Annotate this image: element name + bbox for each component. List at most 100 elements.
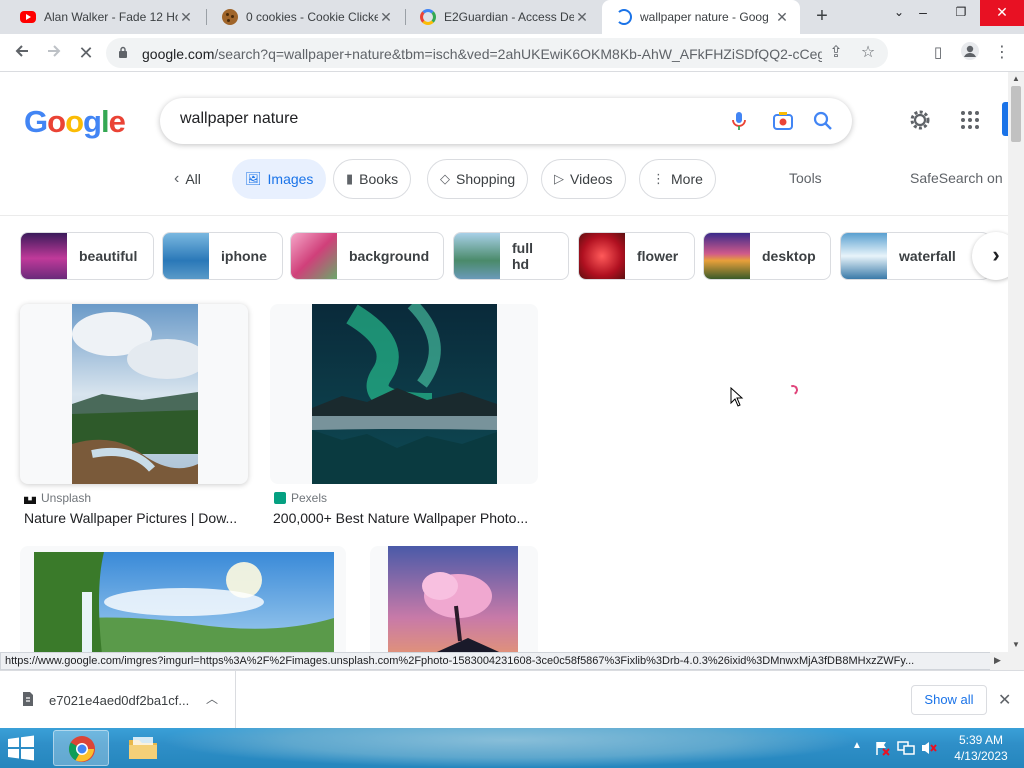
- video-icon: ▷: [554, 171, 564, 186]
- tab-images-label: Images: [267, 171, 314, 187]
- search-icon[interactable]: [812, 110, 834, 132]
- tab-title: Alan Walker - Fade 12 Ho: [44, 10, 178, 24]
- lock-icon: [119, 46, 127, 58]
- pexels-logo-icon: [274, 492, 286, 504]
- tab-youtube[interactable]: Alan Walker - Fade 12 Ho ✕: [6, 0, 204, 34]
- forward-button[interactable]: [42, 41, 66, 65]
- close-tab-icon[interactable]: ✕: [378, 9, 394, 26]
- scroll-right-arrow-icon[interactable]: ▶: [994, 655, 1001, 666]
- chip-full-hd[interactable]: full hd: [453, 232, 569, 280]
- bookmark-star-icon[interactable]: ☆: [858, 43, 878, 63]
- network-icon[interactable]: [897, 740, 915, 756]
- minimize-button[interactable]: –: [904, 0, 942, 26]
- close-downloads-icon[interactable]: ✕: [998, 690, 1011, 710]
- image-thumbnail-frame[interactable]: [20, 546, 346, 652]
- source-label: Pexels: [291, 491, 328, 505]
- result-title[interactable]: 200,000+ Best Nature Wallpaper Photo...: [273, 510, 528, 526]
- share-icon[interactable]: ⇪: [826, 43, 846, 63]
- chip-iphone[interactable]: iphone: [162, 232, 283, 280]
- tab-books[interactable]: ▮ Books: [333, 159, 412, 199]
- apps-grid-icon[interactable]: [958, 108, 982, 132]
- close-tab-icon[interactable]: ✕: [774, 9, 790, 26]
- tab-strip: Alan Walker - Fade 12 Ho ✕ 0 cookies - C…: [0, 0, 1024, 34]
- chip-beautiful[interactable]: beautiful: [20, 232, 154, 280]
- tab-wallpaper-nature[interactable]: wallpaper nature - Goog ✕: [602, 0, 800, 34]
- google-images-page: Google ‹ All 🖼 Images ▮ Books: [0, 72, 1008, 652]
- tab-e2guardian[interactable]: E2Guardian - Access Den ✕: [406, 0, 600, 34]
- chip-desktop[interactable]: desktop: [703, 232, 831, 280]
- tab-cookie-clicker[interactable]: 0 cookies - Cookie Clicke ✕: [208, 0, 404, 34]
- tab-all[interactable]: ‹ All: [162, 159, 213, 199]
- chrome-taskbar-button[interactable]: [53, 730, 109, 766]
- side-panel-icon[interactable]: ▯: [926, 41, 950, 65]
- tab-shopping-label: Shopping: [456, 171, 516, 187]
- scroll-up-arrow-icon[interactable]: ▲: [1012, 74, 1020, 83]
- url-path: /search?q=wallpaper+nature&tbm=isch&ved=…: [214, 46, 822, 62]
- image-thumbnail-frame[interactable]: [270, 304, 538, 484]
- browser-toolbar: ✕ google.com/search?q=wallpaper+nature&t…: [0, 34, 1024, 72]
- tools-button[interactable]: Tools: [789, 170, 822, 186]
- tab-books-label: Books: [359, 171, 399, 187]
- file-explorer-taskbar-button[interactable]: [115, 730, 171, 766]
- chevron-left-icon: ‹: [174, 170, 180, 187]
- page-scrollbar[interactable]: ▲ ▼: [1008, 72, 1024, 652]
- scrollbar-thumb[interactable]: [1011, 86, 1021, 142]
- google-icon: [420, 9, 436, 25]
- chip-label: iphone: [221, 248, 267, 264]
- google-logo[interactable]: Google: [24, 104, 126, 140]
- result-title[interactable]: Nature Wallpaper Pictures | Dow...: [24, 510, 237, 526]
- show-all-button[interactable]: Show all: [911, 685, 987, 715]
- chrome-menu-icon[interactable]: ⋮: [990, 41, 1014, 65]
- chip-label: beautiful: [79, 248, 138, 264]
- address-bar[interactable]: google.com/search?q=wallpaper+nature&tbm…: [106, 38, 888, 68]
- link-status-bubble: https://www.google.com/imgres?imgurl=htt…: [0, 652, 1008, 670]
- tab-more[interactable]: ⋮ More: [639, 159, 716, 199]
- tab-title: 0 cookies - Cookie Clicke: [246, 10, 378, 24]
- tab-shopping[interactable]: ◇ Shopping: [427, 159, 529, 199]
- horizontal-scrollbar[interactable]: ▶: [990, 652, 1024, 670]
- tab-videos[interactable]: ▷ Videos: [541, 159, 626, 199]
- safesearch-button[interactable]: SafeSearch on: [910, 170, 1003, 186]
- settings-gear-icon[interactable]: [908, 108, 932, 132]
- tab-all-label: All: [185, 171, 201, 187]
- folder-icon: [129, 737, 157, 759]
- back-button[interactable]: [10, 41, 34, 65]
- profile-avatar[interactable]: [958, 41, 982, 65]
- system-clock[interactable]: 5:39 AM 4/13/2023: [950, 732, 1012, 764]
- chip-flower[interactable]: flower: [578, 232, 695, 280]
- volume-muted-icon[interactable]: [920, 740, 938, 756]
- search-input[interactable]: [180, 110, 700, 128]
- scroll-down-arrow-icon[interactable]: ▼: [1012, 640, 1020, 649]
- refinement-chips: beautiful iphone background full hd flow…: [20, 232, 1008, 280]
- chip-background[interactable]: background: [290, 232, 444, 280]
- camera-lens-icon[interactable]: [772, 110, 794, 132]
- chip-thumbnail: [841, 233, 887, 279]
- stop-loading-button[interactable]: ✕: [74, 41, 98, 65]
- chip-label: background: [349, 248, 430, 264]
- show-hidden-icons-arrow[interactable]: ▲: [852, 740, 862, 751]
- restore-button[interactable]: ❐: [942, 0, 980, 26]
- header-divider: [0, 215, 1008, 216]
- chevron-up-icon[interactable]: ︿: [206, 690, 218, 707]
- waterfall-valley-image: [34, 552, 334, 652]
- close-window-button[interactable]: ✕: [980, 0, 1024, 26]
- windows-start-icon[interactable]: [6, 734, 36, 762]
- action-center-flag-icon[interactable]: [874, 740, 890, 756]
- clock-date: 4/13/2023: [954, 749, 1008, 763]
- image-thumbnail-frame[interactable]: [20, 304, 248, 484]
- tab-title: E2Guardian - Access Den: [444, 10, 574, 24]
- download-item[interactable]: e7021e4aed0df2ba1cf... ︿: [0, 671, 236, 729]
- book-icon: ▮: [346, 171, 354, 186]
- chip-label: desktop: [762, 248, 816, 264]
- chip-thumbnail: [704, 233, 750, 279]
- image-thumbnail-frame[interactable]: [370, 546, 538, 652]
- aurora-mountain-image: [312, 304, 497, 484]
- chip-waterfall[interactable]: waterfall: [840, 232, 990, 280]
- tab-more-label: More: [671, 171, 703, 187]
- close-tab-icon[interactable]: ✕: [574, 9, 590, 26]
- new-tab-button[interactable]: +: [811, 5, 833, 27]
- tag-icon: ◇: [440, 171, 450, 186]
- close-tab-icon[interactable]: ✕: [178, 9, 194, 26]
- tab-images[interactable]: 🖼 Images: [232, 159, 327, 199]
- voice-search-icon[interactable]: [728, 110, 750, 132]
